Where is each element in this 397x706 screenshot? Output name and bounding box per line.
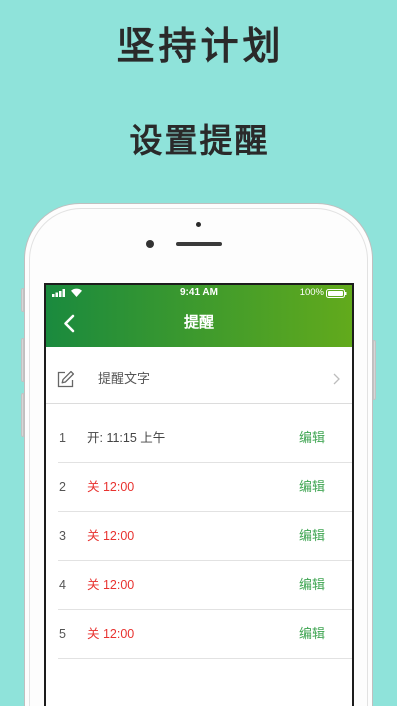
back-chevron-icon bbox=[63, 314, 75, 333]
phone-sensor bbox=[196, 222, 201, 227]
nav-title: 提醒 bbox=[183, 314, 214, 331]
reminder-row: 3 关 12:00 编辑 bbox=[58, 512, 352, 561]
reminder-status: 关 12:00 bbox=[87, 529, 135, 543]
edit-button[interactable]: 编辑 bbox=[297, 561, 327, 609]
reminder-text-row[interactable]: 提醒文字 bbox=[46, 347, 352, 403]
reminder-index: 2 bbox=[59, 480, 66, 494]
reminder-status: 开: 11:15 上午 bbox=[87, 431, 166, 445]
app-header: 9:41 AM 100% 提醒 bbox=[46, 285, 352, 347]
edit-button[interactable]: 编辑 bbox=[297, 414, 327, 462]
phone-front-camera bbox=[146, 240, 154, 248]
reminder-row: 5 关 12:00 编辑 bbox=[58, 610, 352, 659]
phone-speaker bbox=[176, 242, 222, 246]
reminder-row: 2 关 12:00 编辑 bbox=[58, 463, 352, 512]
edit-button[interactable]: 编辑 bbox=[297, 512, 327, 560]
divider bbox=[46, 403, 352, 404]
battery-percentage: 100% bbox=[299, 287, 324, 298]
edit-button[interactable]: 编辑 bbox=[297, 610, 327, 658]
back-button[interactable] bbox=[60, 312, 78, 335]
reminder-index: 1 bbox=[59, 431, 66, 445]
reminder-index: 4 bbox=[59, 578, 66, 592]
phone-mute-switch bbox=[21, 288, 24, 312]
promo-subtitle: 设置提醒 bbox=[129, 122, 270, 159]
reminder-text-label: 提醒文字 bbox=[98, 371, 151, 386]
phone-volume-up-button bbox=[21, 338, 24, 382]
edit-button[interactable]: 编辑 bbox=[297, 463, 327, 511]
phone-volume-down-button bbox=[21, 393, 24, 437]
promo-title: 坚持计划 bbox=[116, 26, 285, 68]
phone-power-button bbox=[373, 340, 376, 400]
reminder-list: 1 开: 11:15 上午 编辑 2 关 12:00 编辑 3 关 12:00 … bbox=[58, 414, 352, 659]
battery-icon bbox=[326, 289, 347, 298]
reminder-index: 5 bbox=[59, 627, 66, 641]
reminder-status: 关 12:00 bbox=[87, 480, 135, 494]
reminder-status: 关 12:00 bbox=[87, 578, 135, 592]
reminder-row: 4 关 12:00 编辑 bbox=[58, 561, 352, 610]
chevron-right-icon bbox=[333, 373, 340, 385]
pencil-icon bbox=[56, 370, 75, 389]
reminder-index: 3 bbox=[59, 529, 66, 543]
reminder-status: 关 12:00 bbox=[87, 627, 135, 641]
reminder-row: 1 开: 11:15 上午 编辑 bbox=[58, 414, 352, 463]
phone-screen: 9:41 AM 100% 提醒 提醒文字 1 开: 11:15 上午 编辑 2 … bbox=[44, 283, 354, 706]
